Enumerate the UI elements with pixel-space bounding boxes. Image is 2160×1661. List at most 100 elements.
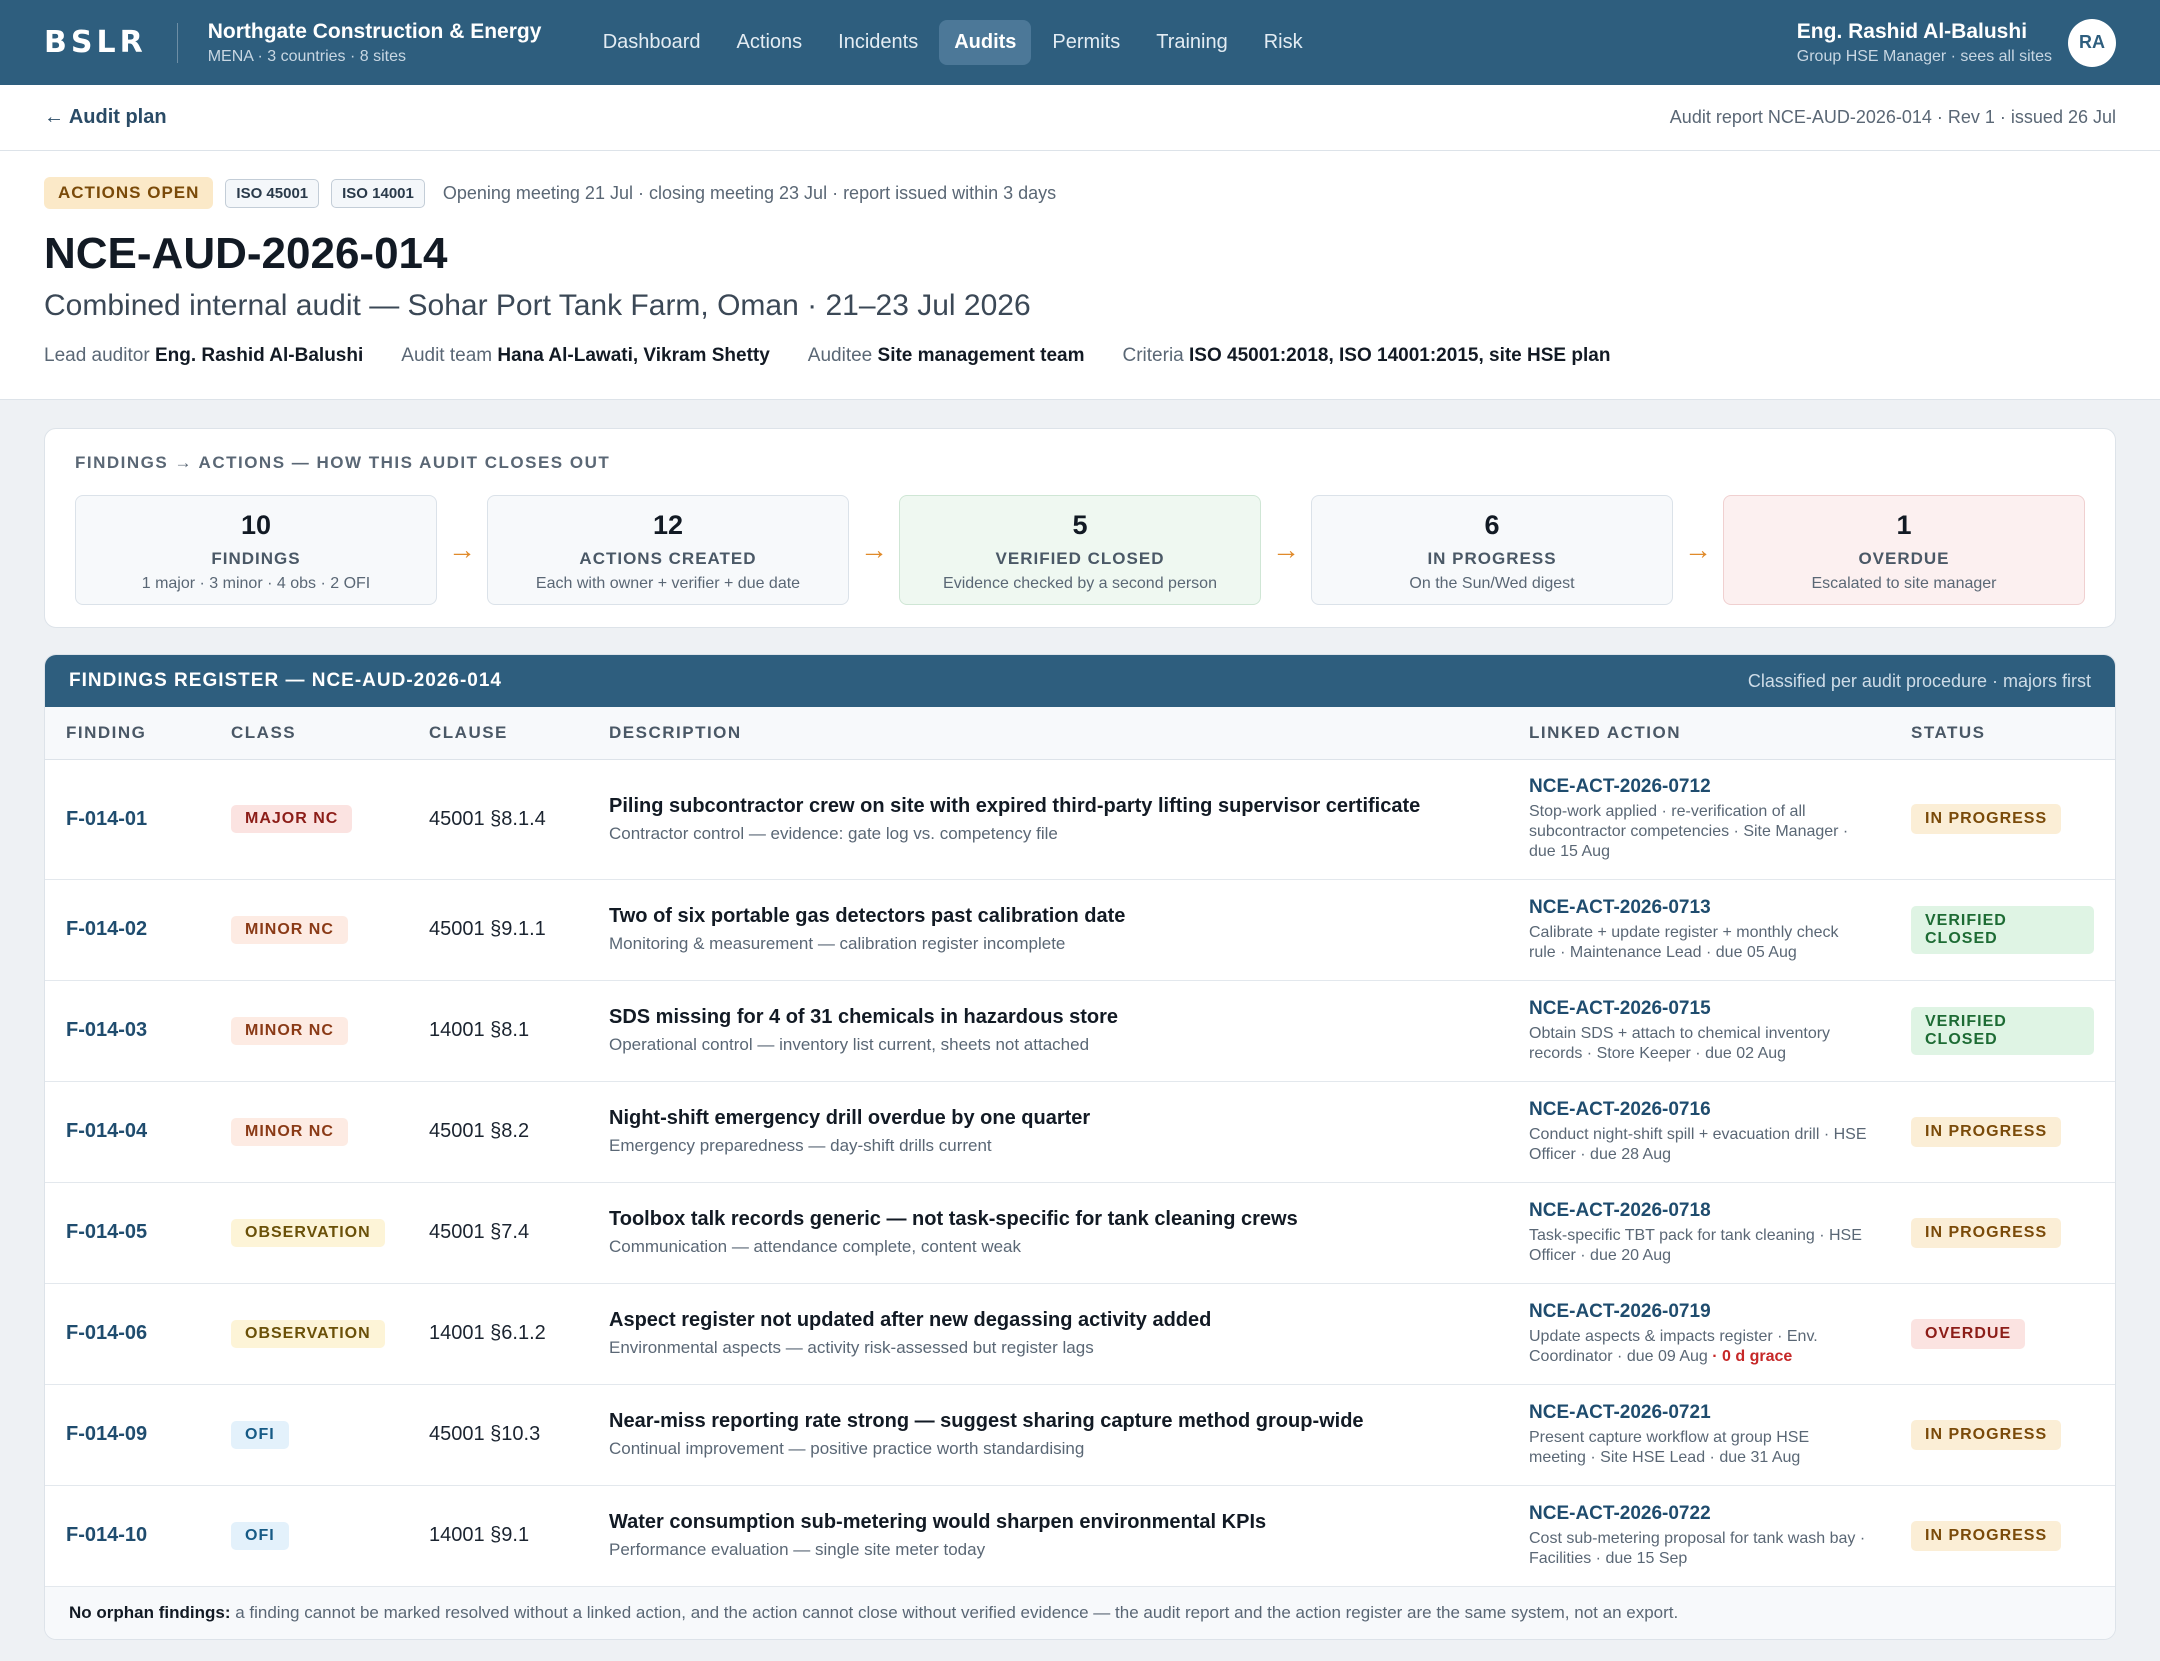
action-detail: Present capture workflow at group HSE me…	[1529, 1428, 1869, 1468]
iso-14001-tag: ISO 14001	[331, 178, 425, 208]
finding-detail: Performance evaluation — single site met…	[609, 1540, 986, 1559]
finding-id-link[interactable]: F-014-09	[66, 1423, 147, 1445]
finding-id-link[interactable]: F-014-10	[66, 1524, 147, 1546]
step-findings[interactable]: 10 FINDINGS 1 major · 3 minor · 4 obs · …	[75, 495, 437, 605]
action-summary: Conduct night-shift spill + evacuation d…	[1529, 1125, 1867, 1163]
auditee-label: Auditee	[807, 345, 873, 366]
class-badge: MINOR NC	[231, 915, 348, 944]
action-id-link[interactable]: NCE-ACT-2026-0713	[1529, 897, 1869, 919]
table-row[interactable]: F-014-03 MINOR NC 14001 §8.1 SDS missing fo…	[45, 980, 2115, 1082]
linked-action-cell: NCE-ACT-2026-0719 Update aspects & impact…	[1508, 1283, 1890, 1385]
action-detail: Update aspects & impacts register · Env.…	[1529, 1327, 1869, 1367]
nav-actions[interactable]: Actions	[722, 20, 818, 65]
finding-title: Two of six portable gas detectors past c…	[609, 905, 1126, 927]
nav-training[interactable]: Training	[1141, 20, 1243, 65]
linked-action-cell: NCE-ACT-2026-0721 Present capture workflo…	[1508, 1384, 1890, 1486]
action-id-link[interactable]: NCE-ACT-2026-0716	[1529, 1099, 1869, 1121]
table-row[interactable]: F-014-02 MINOR NC 45001 §9.1.1 Two of six p…	[45, 879, 2115, 981]
status-cell: OVERDUE	[1890, 1283, 2115, 1385]
back-to-audit-plan-link[interactable]: ← Audit plan	[44, 106, 167, 129]
action-id-link[interactable]: NCE-ACT-2026-0721	[1529, 1402, 1869, 1424]
clause-ref: 45001 §8.2	[429, 1120, 530, 1142]
audit-team: Audit team Hana Al-Lawati, Vikram Shetty	[401, 345, 770, 367]
finding-id-link[interactable]: F-014-03	[66, 1019, 147, 1041]
org-switcher[interactable]: Northgate Construction & Energy MENA · 3…	[178, 20, 582, 66]
finding-cell: F-014-02	[45, 879, 210, 981]
col-finding[interactable]: FINDING	[45, 707, 210, 760]
top-bar: BSLR Northgate Construction & Energy MEN…	[0, 0, 2160, 85]
status-cell: IN PROGRESS	[1890, 759, 2115, 880]
finding-id-link[interactable]: F-014-06	[66, 1322, 147, 1344]
description-cell: Aspect register not updated after new de…	[588, 1283, 1508, 1385]
meeting-schedule: Opening meeting 21 Jul · closing meeting…	[442, 182, 1057, 203]
action-id-link[interactable]: NCE-ACT-2026-0718	[1529, 1200, 1869, 1222]
avatar[interactable]: RA	[2068, 18, 2116, 67]
table-row[interactable]: F-014-04 MINOR NC 45001 §8.2 Night-shift em…	[45, 1081, 2115, 1183]
page-title: NCE-AUD-2026-014	[44, 229, 448, 278]
status-badge: IN PROGRESS	[1911, 1217, 2062, 1248]
step-detail: On the Sun/Wed digest	[1409, 575, 1575, 592]
finding-detail: Continual improvement — positive practic…	[609, 1439, 1085, 1458]
action-id-link[interactable]: NCE-ACT-2026-0715	[1529, 998, 1869, 1020]
grace-indicator: · 0 d grace	[1707, 1347, 1793, 1365]
status-badge: VERIFIED CLOSED	[1911, 905, 2094, 954]
action-id-link[interactable]: NCE-ACT-2026-0712	[1529, 776, 1869, 798]
user-menu[interactable]: Eng. Rashid Al-Balushi Group HSE Manager…	[1797, 18, 2116, 67]
nav-permits[interactable]: Permits	[1037, 20, 1135, 65]
step-actions-created[interactable]: 12 ACTIONS CREATED Each with owner + ver…	[487, 495, 849, 605]
step-overdue[interactable]: 1 OVERDUE Escalated to site manager	[1723, 495, 2085, 605]
app-logo[interactable]: BSLR	[44, 22, 178, 63]
nav-risk[interactable]: Risk	[1249, 20, 1318, 65]
step-verified-closed[interactable]: 5 VERIFIED CLOSED Evidence checked by a …	[899, 495, 1261, 605]
nav-dashboard[interactable]: Dashboard	[588, 20, 716, 65]
col-description[interactable]: DESCRIPTION	[588, 707, 1508, 760]
col-class[interactable]: CLASS	[210, 707, 408, 760]
org-scope: MENA · 3 countries · 8 sites	[207, 47, 406, 65]
step-detail: 1 major · 3 minor · 4 obs · 2 OFI	[141, 575, 371, 592]
action-id-link[interactable]: NCE-ACT-2026-0722	[1529, 1503, 1869, 1525]
step-count: 5	[1072, 510, 1088, 540]
action-summary: Obtain SDS + attach to chemical inventor…	[1529, 1024, 1831, 1062]
finding-id-link[interactable]: F-014-04	[66, 1120, 147, 1142]
status-badge: VERIFIED CLOSED	[1911, 1006, 2094, 1055]
finding-id-link[interactable]: F-014-01	[66, 808, 147, 830]
step-label: VERIFIED CLOSED	[995, 549, 1165, 568]
table-row[interactable]: F-014-05 OBSERVATION 45001 §7.4 Toolbox tal…	[45, 1182, 2115, 1284]
finding-cell: F-014-10	[45, 1485, 210, 1587]
finding-detail: Communication — attendance complete, con…	[609, 1237, 1022, 1256]
criteria: Criteria ISO 45001:2018, ISO 14001:2015,…	[1123, 345, 1611, 367]
status-cell: IN PROGRESS	[1890, 1384, 2115, 1486]
finding-cell: F-014-06	[45, 1283, 210, 1385]
clause-cell: 14001 §6.1.2	[408, 1283, 588, 1385]
table-row[interactable]: F-014-09 OFI 45001 §10.3 Near-miss reportin…	[45, 1384, 2115, 1486]
status-cell: IN PROGRESS	[1890, 1081, 2115, 1183]
register-title: FINDINGS REGISTER — NCE-AUD-2026-014	[69, 670, 502, 691]
sub-header: ← Audit plan Audit report NCE-AUD-2026-0…	[0, 85, 2160, 151]
action-id-link[interactable]: NCE-ACT-2026-0719	[1529, 1301, 1869, 1323]
step-detail: Each with owner + verifier + due date	[535, 575, 801, 592]
col-clause[interactable]: CLAUSE	[408, 707, 588, 760]
class-cell: OBSERVATION	[210, 1182, 408, 1284]
description-cell: Night-shift emergency drill overdue by o…	[588, 1081, 1508, 1183]
col-status[interactable]: STATUS	[1890, 707, 2115, 760]
finding-id-link[interactable]: F-014-05	[66, 1221, 147, 1243]
table-row[interactable]: F-014-06 OBSERVATION 14001 §6.1.2 Aspect re…	[45, 1283, 2115, 1385]
arrow-right-icon: →	[1272, 534, 1300, 565]
nav-audits[interactable]: Audits	[939, 20, 1032, 65]
table-row[interactable]: F-014-01 MAJOR NC 45001 §8.1.4 Piling subco…	[45, 759, 2115, 880]
clause-ref: 45001 §7.4	[429, 1221, 530, 1243]
finding-id-link[interactable]: F-014-02	[66, 918, 147, 940]
class-badge: MINOR NC	[231, 1016, 348, 1045]
col-linked-action[interactable]: LINKED ACTION	[1508, 707, 1890, 760]
status-cell: IN PROGRESS	[1890, 1182, 2115, 1284]
status-badge: OVERDUE	[1911, 1318, 2026, 1349]
action-detail: Stop-work applied · re-verification of a…	[1529, 802, 1869, 862]
findings-register: FINDINGS REGISTER — NCE-AUD-2026-014 Cla…	[44, 654, 2116, 1640]
audit-team-label: Audit team	[401, 345, 493, 366]
nav-incidents[interactable]: Incidents	[823, 20, 933, 65]
table-row[interactable]: F-014-10 OFI 14001 §9.1 Water consumption s…	[45, 1485, 2115, 1587]
step-count: 6	[1484, 510, 1500, 540]
pipeline-title: FINDINGS → ACTIONS — HOW THIS AUDIT CLOS…	[75, 453, 611, 472]
step-in-progress[interactable]: 6 IN PROGRESS On the Sun/Wed digest	[1311, 495, 1673, 605]
linked-action-cell: NCE-ACT-2026-0713 Calibrate + update regi…	[1508, 879, 1890, 981]
